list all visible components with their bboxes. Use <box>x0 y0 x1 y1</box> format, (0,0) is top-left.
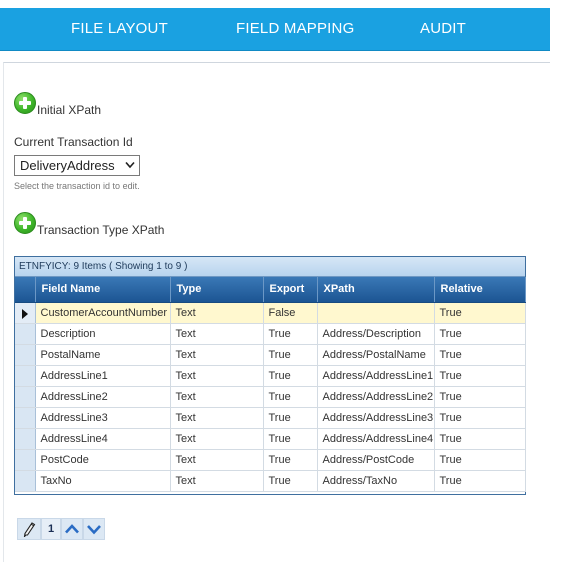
page-number[interactable]: 1 <box>41 518 61 540</box>
column-header-xpath[interactable]: XPath <box>317 277 435 303</box>
type-cell: Text <box>170 407 264 429</box>
relative-cell: True <box>434 407 526 429</box>
transaction-id-select[interactable]: DeliveryAddress <box>14 155 140 176</box>
field-name-cell: PostCode <box>35 449 171 471</box>
pencil-icon <box>23 522 36 537</box>
export-cell: False <box>263 302 318 324</box>
pager: 1 <box>17 517 105 541</box>
row-selector[interactable] <box>15 365 36 387</box>
grid-caption: ETNFYICY: 9 Items ( Showing 1 to 9 ) <box>15 257 525 277</box>
export-cell: True <box>263 386 318 408</box>
export-cell: True <box>263 428 318 450</box>
edit-button[interactable] <box>17 518 41 540</box>
type-cell: Text <box>170 302 264 324</box>
xpath-cell: Address/AddressLine4 <box>317 428 435 450</box>
top-navigation: FILE LAYOUT FIELD MAPPING AUDIT <box>0 8 550 51</box>
transaction-type-xpath-row: Transaction Type XPath <box>14 212 165 237</box>
field-name-cell: CustomerAccountNumber <box>35 302 171 324</box>
tab-field-mapping[interactable]: FIELD MAPPING <box>236 8 354 51</box>
relative-cell: True <box>434 302 526 324</box>
table-body: CustomerAccountNumber Text False True Descri… <box>15 302 526 492</box>
table-row[interactable]: AddressLine4 Text True Address/AddressLine4… <box>15 428 526 450</box>
row-selector[interactable] <box>15 386 36 408</box>
column-header-export[interactable]: Export <box>263 277 318 303</box>
table-row[interactable]: Description Text True Address/Description Tr… <box>15 323 526 345</box>
xpath-cell: Address/AddressLine2 <box>317 386 435 408</box>
table-row[interactable]: AddressLine3 Text True Address/AddressLine3… <box>15 407 526 429</box>
type-cell: Text <box>170 449 264 471</box>
row-selector-header <box>15 277 36 303</box>
table-row[interactable]: CustomerAccountNumber Text False True <box>15 302 526 324</box>
relative-cell: True <box>434 470 526 492</box>
table-row[interactable]: AddressLine2 Text True Address/AddressLine2… <box>15 386 526 408</box>
xpath-cell: Address/PostalName <box>317 344 435 366</box>
type-cell: Text <box>170 470 264 492</box>
export-cell: True <box>263 344 318 366</box>
row-selector[interactable] <box>15 344 36 366</box>
field-name-cell: Description <box>35 323 171 345</box>
column-header-field-name[interactable]: Field Name <box>35 277 171 303</box>
relative-cell: True <box>434 365 526 387</box>
transaction-id-value: DeliveryAddress <box>20 158 115 173</box>
xpath-cell: Address/AddressLine3 <box>317 407 435 429</box>
row-selector[interactable] <box>15 470 36 492</box>
tab-audit[interactable]: AUDIT <box>420 8 466 51</box>
row-selector[interactable] <box>15 407 36 429</box>
xpath-cell: Address/Description <box>317 323 435 345</box>
export-cell: True <box>263 323 318 345</box>
table-row[interactable]: PostalName Text True Address/PostalName True <box>15 344 526 366</box>
xpath-cell: Address/AddressLine1 <box>317 365 435 387</box>
field-name-cell: AddressLine3 <box>35 407 171 429</box>
tab-file-layout[interactable]: FILE LAYOUT <box>71 8 168 51</box>
current-row-arrow-icon <box>22 308 28 319</box>
export-cell: True <box>263 407 318 429</box>
table-header-row: Field Name Type Export XPath Relative <box>15 277 526 303</box>
row-selector[interactable] <box>15 449 36 471</box>
relative-cell: True <box>434 386 526 408</box>
column-header-relative[interactable]: Relative <box>434 277 526 303</box>
type-cell: Text <box>170 428 264 450</box>
relative-cell: True <box>434 428 526 450</box>
add-icon[interactable] <box>14 212 36 234</box>
row-selector[interactable] <box>15 323 36 345</box>
transaction-hint: Select the transaction id to edit. <box>14 181 140 191</box>
xpath-cell <box>317 302 435 324</box>
field-name-cell: TaxNo <box>35 470 171 492</box>
field-name-cell: AddressLine4 <box>35 428 171 450</box>
field-name-cell: PostalName <box>35 344 171 366</box>
export-cell: True <box>263 365 318 387</box>
initial-xpath-label: Initial XPath <box>37 103 102 117</box>
xpath-cell: Address/PostCode <box>317 449 435 471</box>
type-cell: Text <box>170 344 264 366</box>
table-row[interactable]: TaxNo Text True Address/TaxNo True <box>15 470 526 492</box>
fields-table: Field Name Type Export XPath Relative Cu… <box>15 277 526 492</box>
relative-cell: True <box>434 344 526 366</box>
column-header-type[interactable]: Type <box>170 277 264 303</box>
initial-xpath-row: Initial XPath <box>14 92 102 117</box>
current-transaction-label: Current Transaction Id <box>14 135 133 149</box>
type-cell: Text <box>170 386 264 408</box>
relative-cell: True <box>434 449 526 471</box>
export-cell: True <box>263 470 318 492</box>
table-row[interactable]: PostCode Text True Address/PostCode True <box>15 449 526 471</box>
type-cell: Text <box>170 323 264 345</box>
relative-cell: True <box>434 323 526 345</box>
page-down-button[interactable] <box>83 518 105 540</box>
fields-grid: ETNFYICY: 9 Items ( Showing 1 to 9 ) Fie… <box>14 256 526 495</box>
xpath-cell: Address/TaxNo <box>317 470 435 492</box>
chevron-down-icon <box>87 525 101 535</box>
row-selector[interactable] <box>15 428 36 450</box>
page-up-button[interactable] <box>61 518 83 540</box>
type-cell: Text <box>170 365 264 387</box>
export-cell: True <box>263 449 318 471</box>
transaction-type-xpath-label: Transaction Type XPath <box>37 223 165 237</box>
row-selector[interactable] <box>15 302 36 324</box>
add-icon[interactable] <box>14 92 36 114</box>
chevron-up-icon <box>65 524 79 534</box>
chevron-down-icon <box>125 161 135 169</box>
field-name-cell: AddressLine2 <box>35 386 171 408</box>
field-name-cell: AddressLine1 <box>35 365 171 387</box>
table-row[interactable]: AddressLine1 Text True Address/AddressLine1… <box>15 365 526 387</box>
